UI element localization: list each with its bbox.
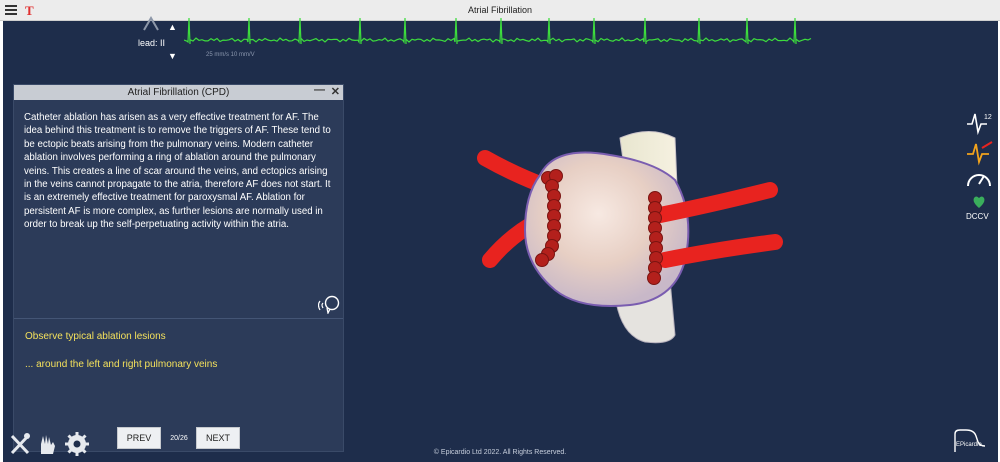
- copyright-text: © Epicardio Ltd 2022. All Rights Reserve…: [433, 449, 567, 456]
- lead-caret-icon[interactable]: [140, 14, 162, 36]
- ecg-monitor: ▲ lead: II ▼ 25 mm/s 10 mm/V: [138, 14, 820, 84]
- step-instruction: Observe typical ablation lesions: [25, 331, 166, 342]
- 12-lead-ecg-icon[interactable]: 12: [967, 113, 992, 136]
- prev-button[interactable]: PREV: [117, 427, 161, 449]
- panel-divider: [14, 318, 343, 319]
- next-button[interactable]: NEXT: [196, 427, 240, 449]
- defibrillator-trace-icon[interactable]: [967, 141, 993, 166]
- epicardio-logo: [954, 429, 986, 452]
- info-panel: Atrial Fibrillation (CPD) — ✕ Catheter a…: [13, 84, 344, 452]
- right-ablation-lesions: [647, 191, 663, 285]
- ablation-lesion: [647, 271, 661, 285]
- dccv-heart-icon[interactable]: [973, 196, 985, 209]
- page-counter: 20/26: [170, 435, 188, 442]
- panel-body-text: Catheter ablation has arisen as a very e…: [24, 112, 331, 231]
- speech-audio-icon[interactable]: [318, 294, 340, 314]
- ecg-scale-label: 25 mm/s 10 mm/V: [206, 52, 255, 58]
- panel-header[interactable]: Atrial Fibrillation (CPD) — ✕: [14, 84, 343, 100]
- close-icon[interactable]: ✕: [331, 85, 340, 98]
- ecg-trace: [184, 17, 812, 45]
- step-instruction: ... around the left and right pulmonary …: [25, 359, 218, 370]
- svg-text:12: 12: [984, 114, 992, 121]
- speedometer-icon[interactable]: [967, 174, 991, 187]
- lead-label: lead: II: [138, 38, 166, 48]
- heart-3d-model[interactable]: [470, 120, 810, 360]
- minimize-icon[interactable]: —: [314, 84, 325, 96]
- panel-title: Atrial Fibrillation (CPD): [127, 87, 230, 98]
- lead-down-chevron-icon[interactable]: ▼: [168, 51, 177, 61]
- dccv-label: DCCV: [966, 212, 989, 221]
- ablation-lesion: [535, 253, 549, 267]
- lead-up-chevron-icon[interactable]: ▲: [168, 22, 177, 32]
- logo-text: EPicardio: [956, 442, 982, 448]
